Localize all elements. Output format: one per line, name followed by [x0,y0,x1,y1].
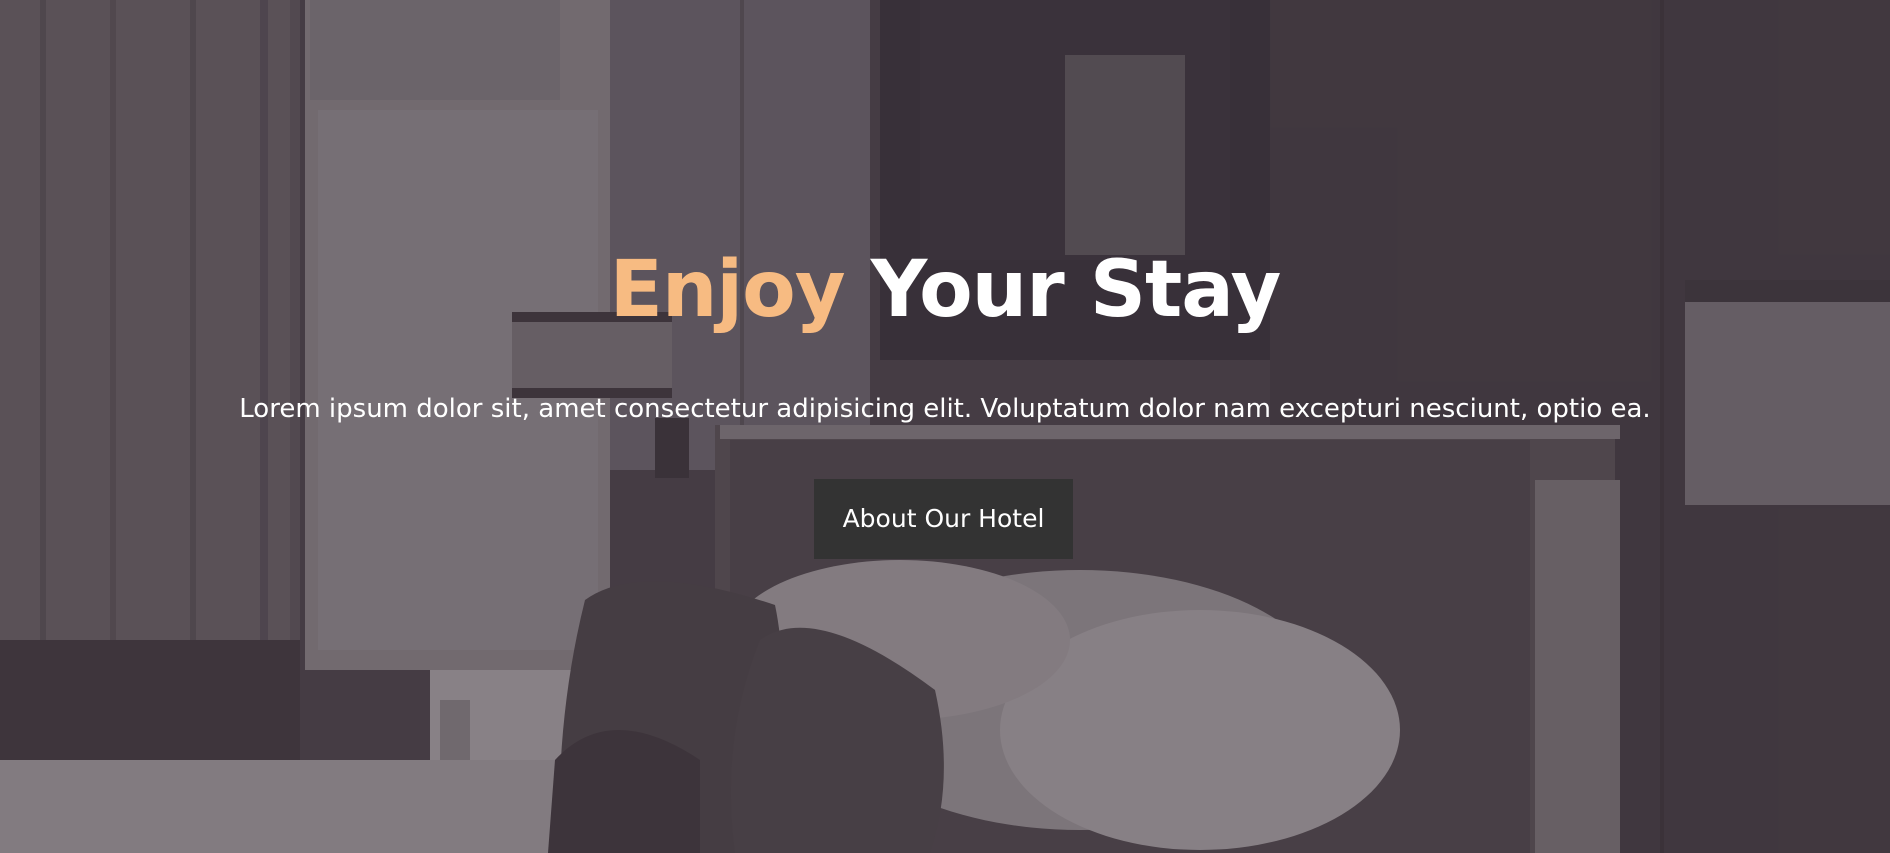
hero-title-rest: Your Stay [870,245,1282,335]
hero-content: Enjoy Your Stay Lorem ipsum dolor sit, a… [0,0,1890,853]
hero-subtitle: Lorem ipsum dolor sit, amet consectetur … [239,394,1651,424]
hero-section: Enjoy Your Stay Lorem ipsum dolor sit, a… [0,0,1890,853]
about-hotel-button[interactable]: About Our Hotel [814,479,1073,559]
hero-title-accent: Enjoy [609,245,846,335]
hero-title: Enjoy Your Stay [0,240,1890,340]
